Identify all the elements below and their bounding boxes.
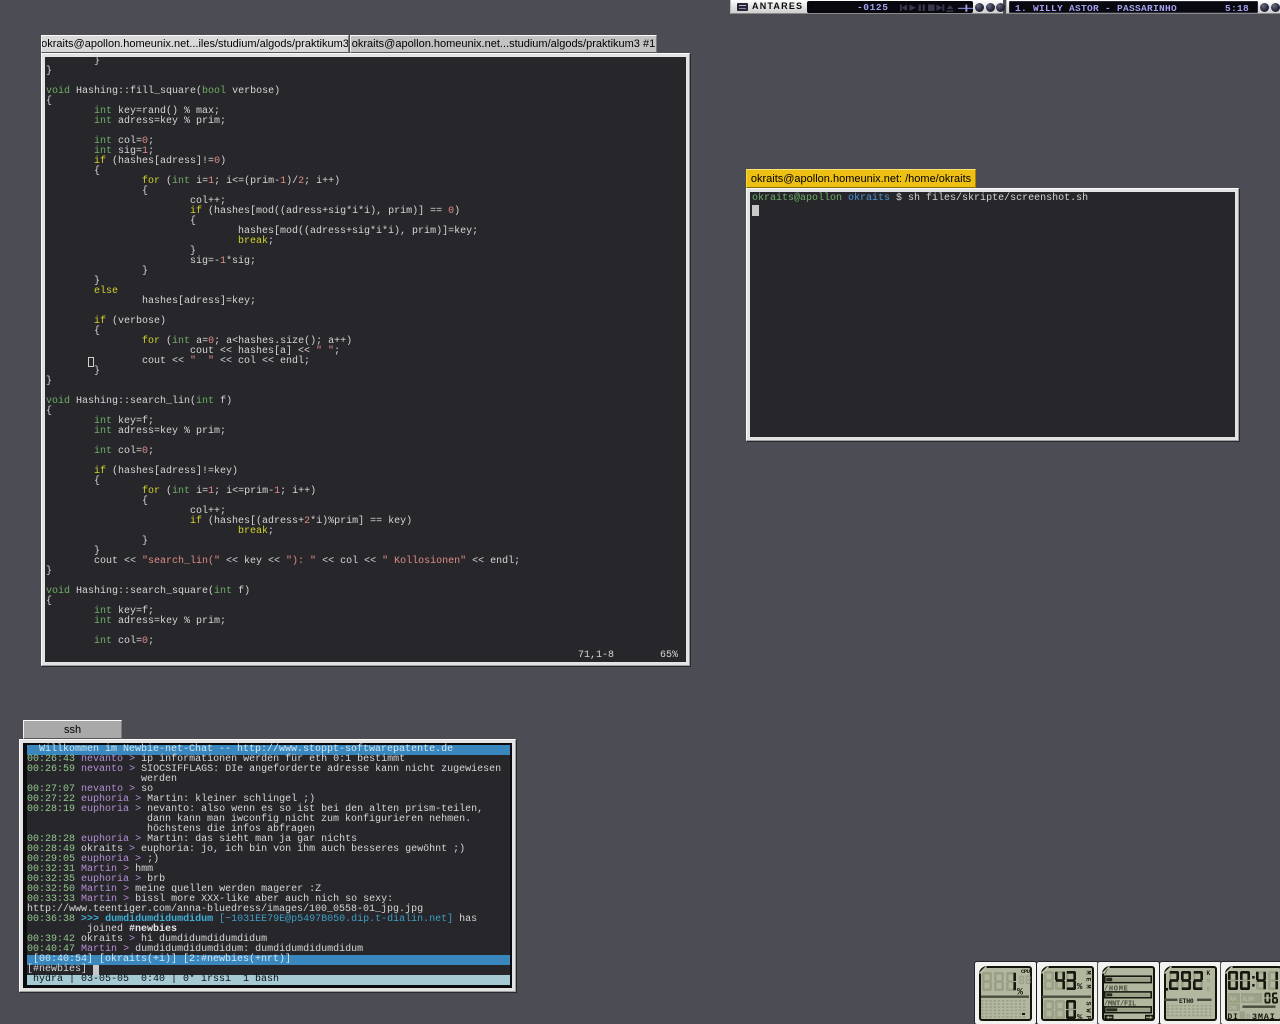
svg-text:AM: AM xyxy=(1229,996,1236,1003)
svg-text:%: % xyxy=(1077,1013,1083,1023)
svg-text:M: M xyxy=(1083,984,1091,988)
svg-text:0: 0 xyxy=(1246,1012,1251,1022)
svg-text:G: G xyxy=(1206,986,1210,993)
svg-text:M: M xyxy=(1206,978,1210,985)
svg-text:S: S xyxy=(1083,1001,1091,1005)
svg-text:3MAI: 3MAI xyxy=(1252,1012,1276,1022)
svg-text:CPU: CPU xyxy=(1021,968,1031,975)
svg-text:M: M xyxy=(1083,970,1091,974)
svg-text:K: K xyxy=(1206,970,1210,977)
svg-text:ALRM: ALRM xyxy=(1242,996,1255,1003)
svg-text:ETH0: ETH0 xyxy=(1179,998,1194,1005)
svg-text:W: W xyxy=(1083,1008,1091,1013)
svg-text:DI: DI xyxy=(1228,1013,1239,1022)
svg-text:P: P xyxy=(1083,1015,1091,1019)
svg-text:%: % xyxy=(1077,982,1083,992)
svg-text:E: E xyxy=(1083,977,1091,981)
svg-text:PM: PM xyxy=(1229,1005,1236,1012)
